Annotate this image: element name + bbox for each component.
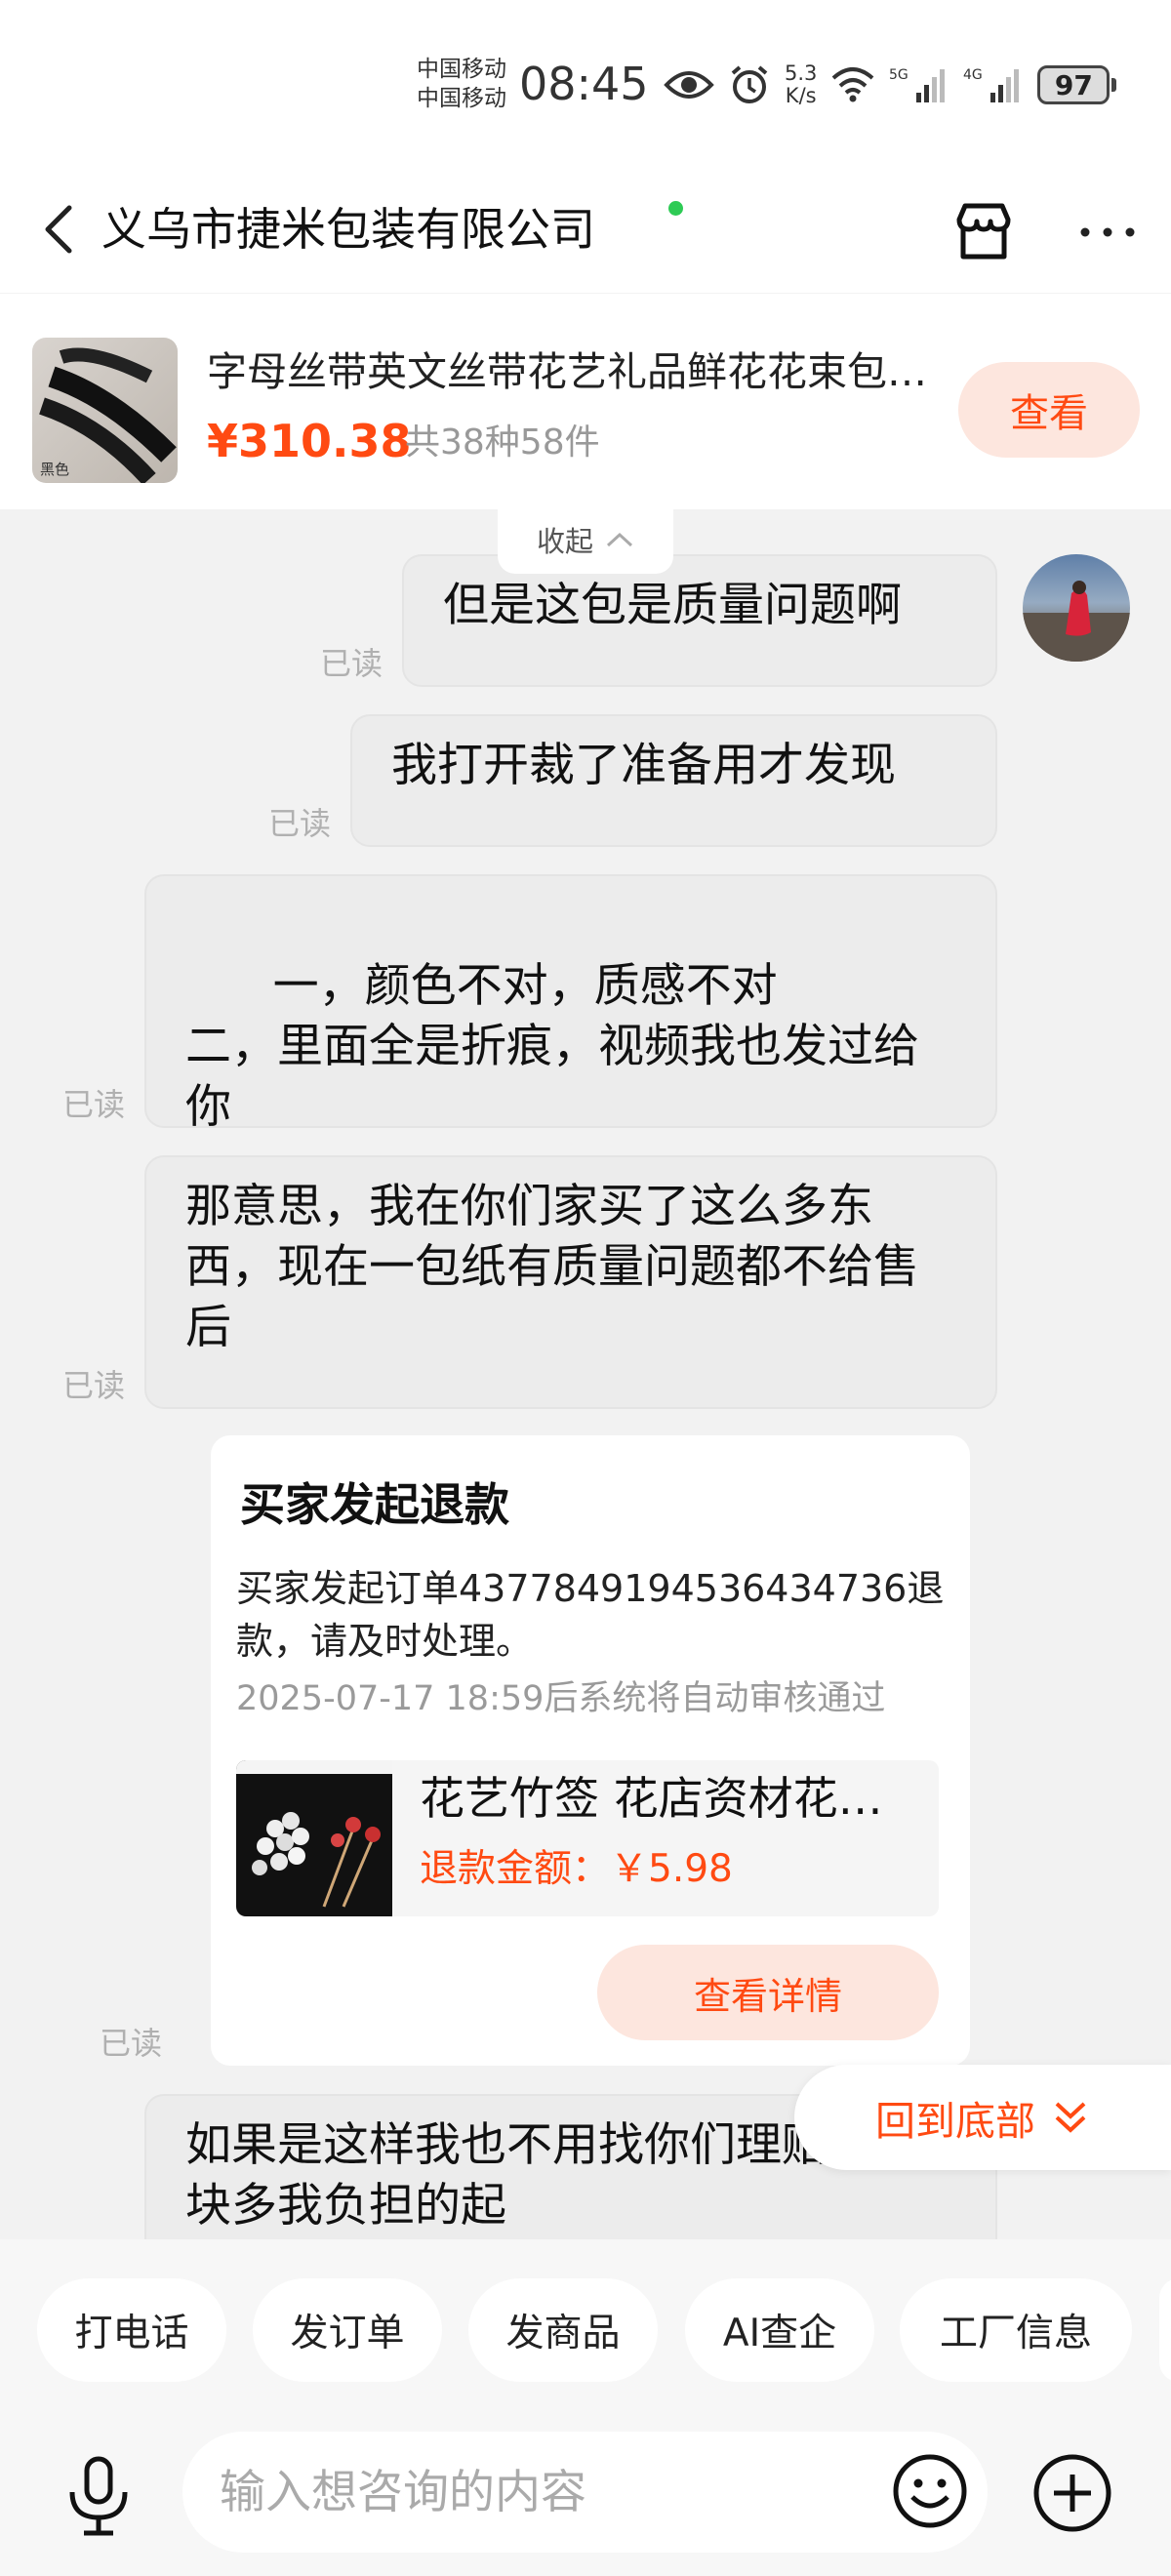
refund-amount-value: ￥5.98: [610, 1847, 733, 1891]
read-status: 已读: [320, 645, 384, 682]
item-name: 花艺竹签 花店资材花束插花用: [420, 1772, 917, 1825]
chat-message-list[interactable]: 但是这包是质量问题啊 已读 我打开裁了准备用才发现 已读 一，颜色不对，质感不对…: [0, 509, 1171, 2239]
product-card[interactable]: 黑色 字母丝带英文丝带花艺礼品鲜花花束包装材料 ¥310.38 共38种58件 …: [0, 293, 1171, 509]
net-speed-unit: K/s: [785, 84, 817, 107]
refund-item[interactable]: 花艺竹签 花店资材花束插花用 退款金额：￥5.98: [236, 1760, 939, 1916]
quick-action-ai-company[interactable]: AI查企: [685, 2278, 874, 2382]
message-text: 我打开裁了准备用才发现: [391, 739, 896, 792]
message-bubble[interactable]: 那意思，我在你们家买了这么多东西，现在一包纸有质量问题都不给售后: [144, 1155, 997, 1409]
product-price: ¥310.38: [207, 415, 412, 467]
signal-icon-4g: 4G: [963, 65, 1024, 104]
chevrons-down-icon: [1055, 2102, 1086, 2133]
input-bar: [0, 2420, 1171, 2576]
emoji-button[interactable]: [886, 2447, 974, 2535]
status-bar: 中国移动 中国移动 08:45 5.3 K/s 5G 4G 97: [0, 0, 1171, 166]
more-icon: [1080, 227, 1135, 236]
scroll-to-bottom-label: 回到底部: [875, 2098, 1035, 2145]
refund-deadline: 2025-07-17 18:59后系统将自动审核通过: [236, 1679, 886, 1718]
refund-amount-label: 退款金额：: [420, 1847, 611, 1891]
online-status-dot: [668, 201, 683, 216]
product-name: 字母丝带英文丝带花艺礼品鲜花花束包装材料: [207, 348, 929, 395]
battery-tip: [1111, 78, 1117, 92]
emoji-icon: [893, 2454, 967, 2528]
wifi-icon: [830, 66, 875, 103]
quick-action-send-order[interactable]: 发订单: [253, 2278, 442, 2382]
read-status: 已读: [100, 2025, 163, 2062]
view-product-button[interactable]: 查看: [958, 362, 1140, 458]
battery-level: 97: [1037, 65, 1110, 104]
message-text: 但是这包是质量问题啊: [443, 579, 902, 632]
message-bubble[interactable]: 一，颜色不对，质感不对 二，里面全是折痕，视频我也发过给你: [144, 874, 997, 1134]
refund-title: 买家发起退款: [240, 1478, 509, 1531]
more-actions-button[interactable]: [1027, 2447, 1118, 2539]
product-summary: 共38种58件: [405, 423, 600, 463]
net-speed: 5.3 K/s: [785, 62, 817, 107]
quick-actions-bar: 打电话 发订单 发商品 AI查企 工厂信息: [0, 2239, 1171, 2420]
item-image: [236, 1760, 392, 1908]
back-icon: [45, 205, 72, 254]
carrier-1: 中国移动: [417, 57, 506, 82]
read-status: 已读: [62, 1367, 126, 1404]
plus-icon: [1033, 2454, 1111, 2532]
view-details-button[interactable]: 查看详情: [597, 1945, 939, 2040]
product-thumbnail[interactable]: 黑色: [32, 338, 178, 483]
thumbnail-label: 黑色: [40, 461, 70, 478]
battery-indicator: 97: [1037, 65, 1117, 104]
avatar-image: [1023, 581, 1130, 662]
message-bubble[interactable]: 但是这包是质量问题啊: [402, 554, 997, 687]
page-title: 义乌市捷米包装有限公司: [101, 203, 595, 256]
net-speed-value: 5.3: [785, 61, 818, 85]
read-status: 已读: [62, 1086, 126, 1123]
collapse-button[interactable]: 收起: [498, 505, 673, 574]
quick-action-call[interactable]: 打电话: [37, 2278, 226, 2382]
back-button[interactable]: [29, 195, 88, 263]
message-input[interactable]: [182, 2432, 988, 2553]
user-avatar[interactable]: [1023, 554, 1130, 662]
collapse-label: 收起: [536, 525, 593, 558]
net-type-5g: 5G: [889, 67, 909, 83]
quick-action-send-product[interactable]: 发商品: [468, 2278, 658, 2382]
shop-icon: [956, 203, 1011, 259]
quick-action-factory-info[interactable]: 工厂信息: [900, 2278, 1132, 2382]
read-status: 已读: [268, 805, 332, 842]
shop-button[interactable]: [945, 195, 1023, 268]
refund-amount: 退款金额：￥5.98: [420, 1842, 733, 1897]
refund-description: 买家发起订单4377849194536434736退款，请及时处理。: [236, 1567, 945, 1663]
net-type-4g: 4G: [963, 67, 983, 83]
status-time: 08:45: [519, 58, 649, 110]
chat-header: 义乌市捷米包装有限公司: [0, 166, 1171, 293]
item-thumbnail: [236, 1760, 392, 1916]
message-text: 那意思，我在你们家买了这么多东西，现在一包纸有质量问题都不给售后: [185, 1180, 919, 1354]
mic-icon: [69, 2456, 128, 2536]
carrier-info: 中国移动 中国移动: [417, 55, 506, 113]
eye-icon: [664, 65, 714, 104]
alarm-icon: [728, 63, 771, 106]
more-button[interactable]: [1073, 195, 1142, 268]
voice-button[interactable]: [55, 2449, 142, 2543]
signal-icon-5g: 5G: [889, 65, 949, 104]
scroll-to-bottom-button[interactable]: 回到底部: [794, 2065, 1171, 2170]
quick-action-more[interactable]: [1159, 2278, 1171, 2382]
status-icons: 5.3 K/s 5G 4G 97: [664, 60, 1117, 109]
message-bubble[interactable]: 我打开裁了准备用才发现: [350, 714, 997, 847]
refund-card[interactable]: 买家发起退款 买家发起订单4377849194536434736退款，请及时处理…: [211, 1435, 970, 2066]
message-text: 一，颜色不对，质感不对 二，里面全是折痕，视频我也发过给你: [185, 959, 919, 1134]
chevron-up-icon: [606, 532, 633, 547]
carrier-2: 中国移动: [417, 86, 506, 111]
